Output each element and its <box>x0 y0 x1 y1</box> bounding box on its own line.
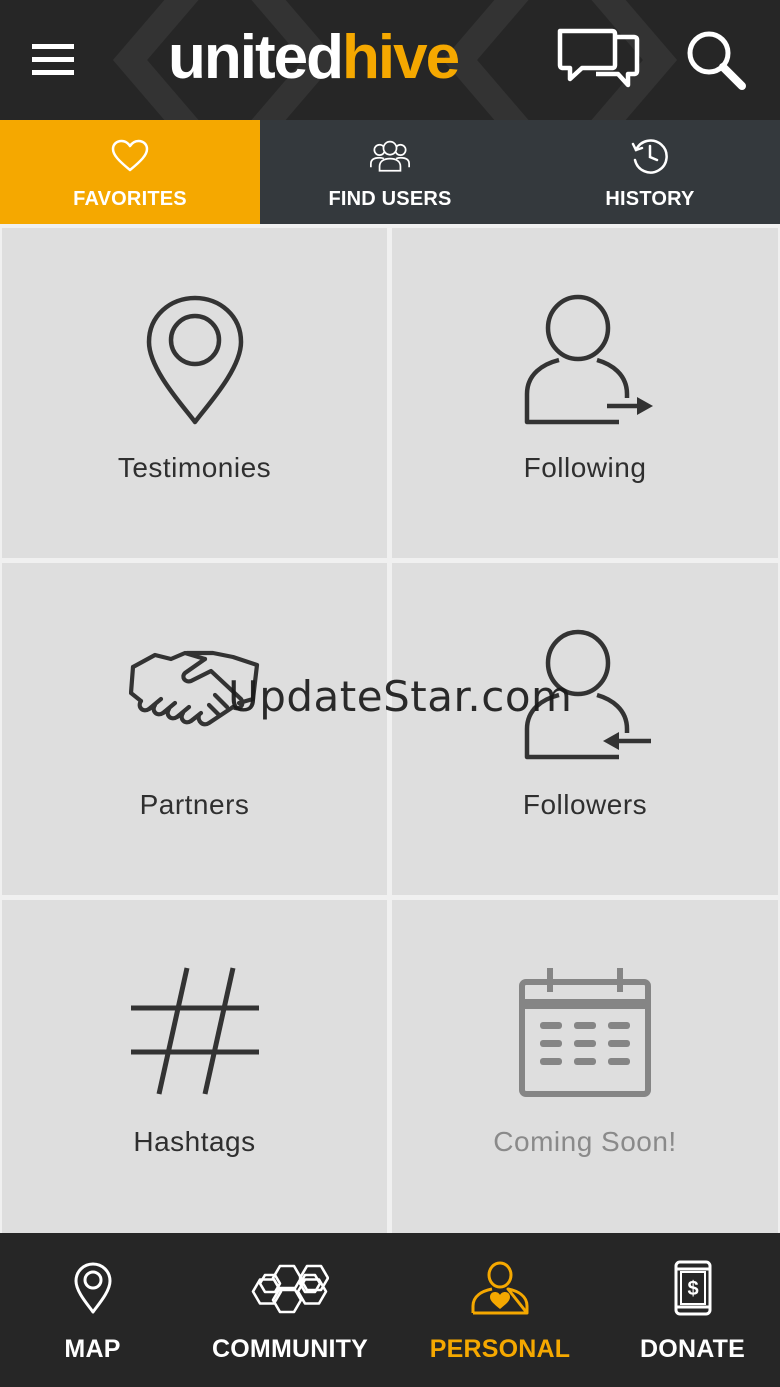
tab-label: FAVORITES <box>73 188 187 210</box>
grid-item-testimonies[interactable]: Testimonies <box>2 228 387 558</box>
tab-label: FIND USERS <box>328 188 452 210</box>
tab-history[interactable]: HISTORY <box>520 120 780 224</box>
grid-item-hashtags[interactable]: Hashtags <box>2 900 387 1233</box>
tab-favorites[interactable]: FAVORITES <box>0 120 260 224</box>
nav-map[interactable]: MAP <box>0 1233 185 1387</box>
grid-item-label: Coming Soon! <box>493 1126 677 1157</box>
grid-item-label: Partners <box>139 789 250 820</box>
top-tab-bar: FAVORITES FIND USERS HISTORY <box>0 120 780 224</box>
menu-button[interactable] <box>22 34 84 86</box>
nav-label: COMMUNITY <box>212 1335 368 1363</box>
tab-find-users[interactable]: FIND USERS <box>260 120 520 224</box>
messages-button[interactable] <box>552 22 644 98</box>
grid-item-partners[interactable]: Partners <box>2 563 387 895</box>
watermark-text: UpdateStar.com <box>228 672 573 721</box>
hexagons-icon <box>251 1264 329 1314</box>
heart-icon <box>111 139 149 172</box>
grid-item-coming-soon: Coming Soon! <box>392 900 778 1233</box>
grid-item-label: Testimonies <box>117 452 272 483</box>
app-logo: unitedhive <box>168 16 460 100</box>
nav-personal[interactable]: PERSONAL <box>395 1233 605 1387</box>
grid-item-label: Following <box>523 452 647 483</box>
grid-item-label: Followers <box>522 789 648 820</box>
phone-dollar-icon: $ <box>674 1260 711 1316</box>
history-icon <box>631 139 668 174</box>
chat-bubbles-icon <box>557 28 640 88</box>
hashtag-icon <box>130 967 259 1095</box>
nav-label: DONATE <box>640 1335 745 1363</box>
person-icon <box>471 1261 529 1315</box>
grid-item-label: Hashtags <box>133 1126 256 1157</box>
nav-community[interactable]: COMMUNITY <box>185 1233 395 1387</box>
users-icon <box>370 140 410 172</box>
tab-label: HISTORY <box>605 188 695 210</box>
app-header: unitedhive <box>0 0 780 120</box>
grid-item-following[interactable]: Following <box>392 228 778 558</box>
grid-item-followers[interactable]: Followers <box>392 563 778 895</box>
nav-donate[interactable]: $ DONATE <box>605 1233 780 1387</box>
calendar-icon <box>519 968 651 1097</box>
logo-united: united <box>168 23 344 92</box>
favorites-grid: Testimonies Following Partners Followers… <box>0 224 780 1233</box>
search-icon <box>687 31 746 90</box>
user-following-icon <box>524 294 653 425</box>
map-pin-icon <box>146 295 243 425</box>
bottom-navigation: MAP COMMUNITY PERSONAL $ DONATE <box>0 1233 780 1387</box>
search-button[interactable] <box>678 22 754 98</box>
svg-text:$: $ <box>687 1278 698 1300</box>
nav-label: MAP <box>64 1335 121 1363</box>
hamburger-menu-icon <box>32 44 74 75</box>
map-pin-icon <box>74 1262 111 1314</box>
logo-hive: hive <box>341 23 460 92</box>
nav-label: PERSONAL <box>429 1335 571 1363</box>
